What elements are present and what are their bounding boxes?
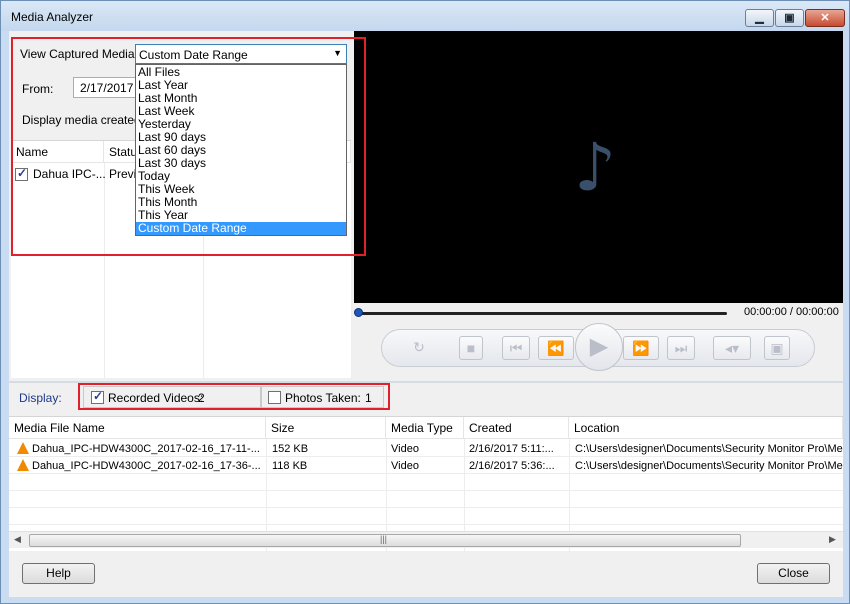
photos-taken-group: Photos Taken: 1 [261, 386, 384, 408]
from-date-field[interactable]: 2/17/2017 [73, 77, 143, 98]
display-label: Display: [19, 391, 62, 405]
previous-button[interactable]: ⏮ [502, 336, 530, 360]
recorded-videos-group: Recorded Videos: 2 [83, 386, 261, 408]
cell-location: C:\Users\designer\Documents\Security Mon… [575, 443, 843, 455]
cell-media-type: Video [391, 460, 419, 472]
recorded-videos-count: 2 [198, 391, 205, 405]
photos-taken-count: 1 [365, 391, 372, 405]
splitter[interactable] [9, 381, 843, 383]
cell-created: 2/16/2017 5:11:... [469, 443, 554, 455]
row-name: Dahua IPC-... [33, 167, 106, 181]
time-display: 00:00:00 / 00:00:00 [744, 306, 839, 318]
snapshot-button[interactable]: ▣ [764, 336, 790, 360]
vlc-file-icon [17, 442, 29, 454]
view-media-value: Custom Date Range [139, 48, 248, 62]
cell-file-name: Dahua_IPC-HDW4300C_2017-02-16_17-36-... [32, 460, 261, 472]
stop-button[interactable]: ■ [459, 336, 483, 360]
maximize-icon: ▣ [784, 12, 795, 24]
column-header-file-name[interactable]: Media File Name [9, 417, 266, 439]
next-button[interactable]: ⏭ [667, 336, 695, 360]
column-header-size[interactable]: Size [266, 417, 386, 439]
row-divider [9, 490, 843, 491]
video-preview[interactable]: ♪ [354, 31, 843, 303]
grip-icon: ||| [380, 534, 388, 544]
column-divider [104, 163, 105, 378]
close-button[interactable]: Close [757, 563, 830, 584]
row-divider [9, 524, 843, 525]
column-header-media-type[interactable]: Media Type [386, 417, 464, 439]
music-note-icon: ♪ [574, 129, 617, 206]
close-window-button[interactable]: ✕ [805, 9, 845, 27]
scroll-left-icon[interactable]: ◀ [14, 534, 21, 545]
seek-handle[interactable] [354, 308, 363, 317]
horizontal-scrollbar[interactable]: ◀ ||| ▶ [9, 531, 843, 548]
photos-taken-checkbox[interactable] [268, 391, 281, 404]
title-bar: Media Analyzer ▁ ▣ ✕ [1, 1, 849, 31]
client-area: View Captured Media: Custom Date Range ▼… [9, 31, 843, 597]
row-status: Previ [109, 167, 137, 181]
chevron-down-icon: ▼ [333, 48, 342, 58]
from-label: From: [22, 82, 54, 96]
row-divider [9, 456, 843, 457]
cell-created: 2/16/2017 5:36:... [469, 460, 555, 472]
close-icon: ✕ [820, 12, 830, 24]
cell-media-type: Video [391, 443, 419, 455]
column-header-location[interactable]: Location [569, 417, 843, 439]
scrollbar-thumb[interactable]: ||| [29, 534, 741, 547]
cell-location: C:\Users\designer\Documents\Security Mon… [575, 460, 843, 472]
recorded-videos-checkbox[interactable] [91, 389, 104, 404]
vlc-file-icon [17, 459, 29, 471]
scroll-right-icon[interactable]: ▶ [829, 534, 836, 545]
row-divider [9, 507, 843, 508]
play-button[interactable]: ▶ [575, 323, 623, 371]
rewind-button[interactable]: ⏪ [538, 336, 574, 360]
media-analyzer-window: Media Analyzer ▁ ▣ ✕ View Captured Media… [0, 0, 850, 604]
cell-size: 118 KB [272, 460, 308, 472]
dropdown-option[interactable]: Custom Date Range [136, 222, 346, 235]
fast-forward-button[interactable]: ⏩ [623, 336, 659, 360]
recorded-videos-label: Recorded Videos: [108, 391, 204, 405]
column-header-name[interactable]: Name [11, 141, 104, 163]
view-media-label: View Captured Media: [20, 47, 138, 61]
minimize-button[interactable]: ▁ [745, 9, 774, 27]
cell-size: 152 KB [272, 443, 309, 455]
refresh-icon[interactable]: ↻ [407, 336, 431, 360]
view-media-dropdown[interactable]: All Files Last Year Last Month Last Week Yes… [135, 64, 347, 236]
window-title: Media Analyzer [11, 10, 94, 24]
cell-file-name: Dahua_IPC-HDW4300C_2017-02-16_17-11-... [32, 443, 260, 455]
row-divider [9, 473, 843, 474]
photos-taken-label: Photos Taken: [285, 391, 361, 405]
help-button[interactable]: Help [22, 563, 95, 584]
display-hint: Display media created fr [22, 113, 152, 127]
volume-button[interactable]: ◂▾ [713, 336, 751, 360]
column-header-created[interactable]: Created [464, 417, 569, 439]
view-media-select[interactable]: Custom Date Range ▼ [135, 44, 347, 64]
row-checkbox[interactable] [15, 166, 28, 181]
seek-bar[interactable] [357, 312, 727, 315]
from-date-value: 2/17/2017 [80, 81, 134, 95]
minimize-icon: ▁ [755, 12, 764, 24]
maximize-button[interactable]: ▣ [775, 9, 804, 27]
